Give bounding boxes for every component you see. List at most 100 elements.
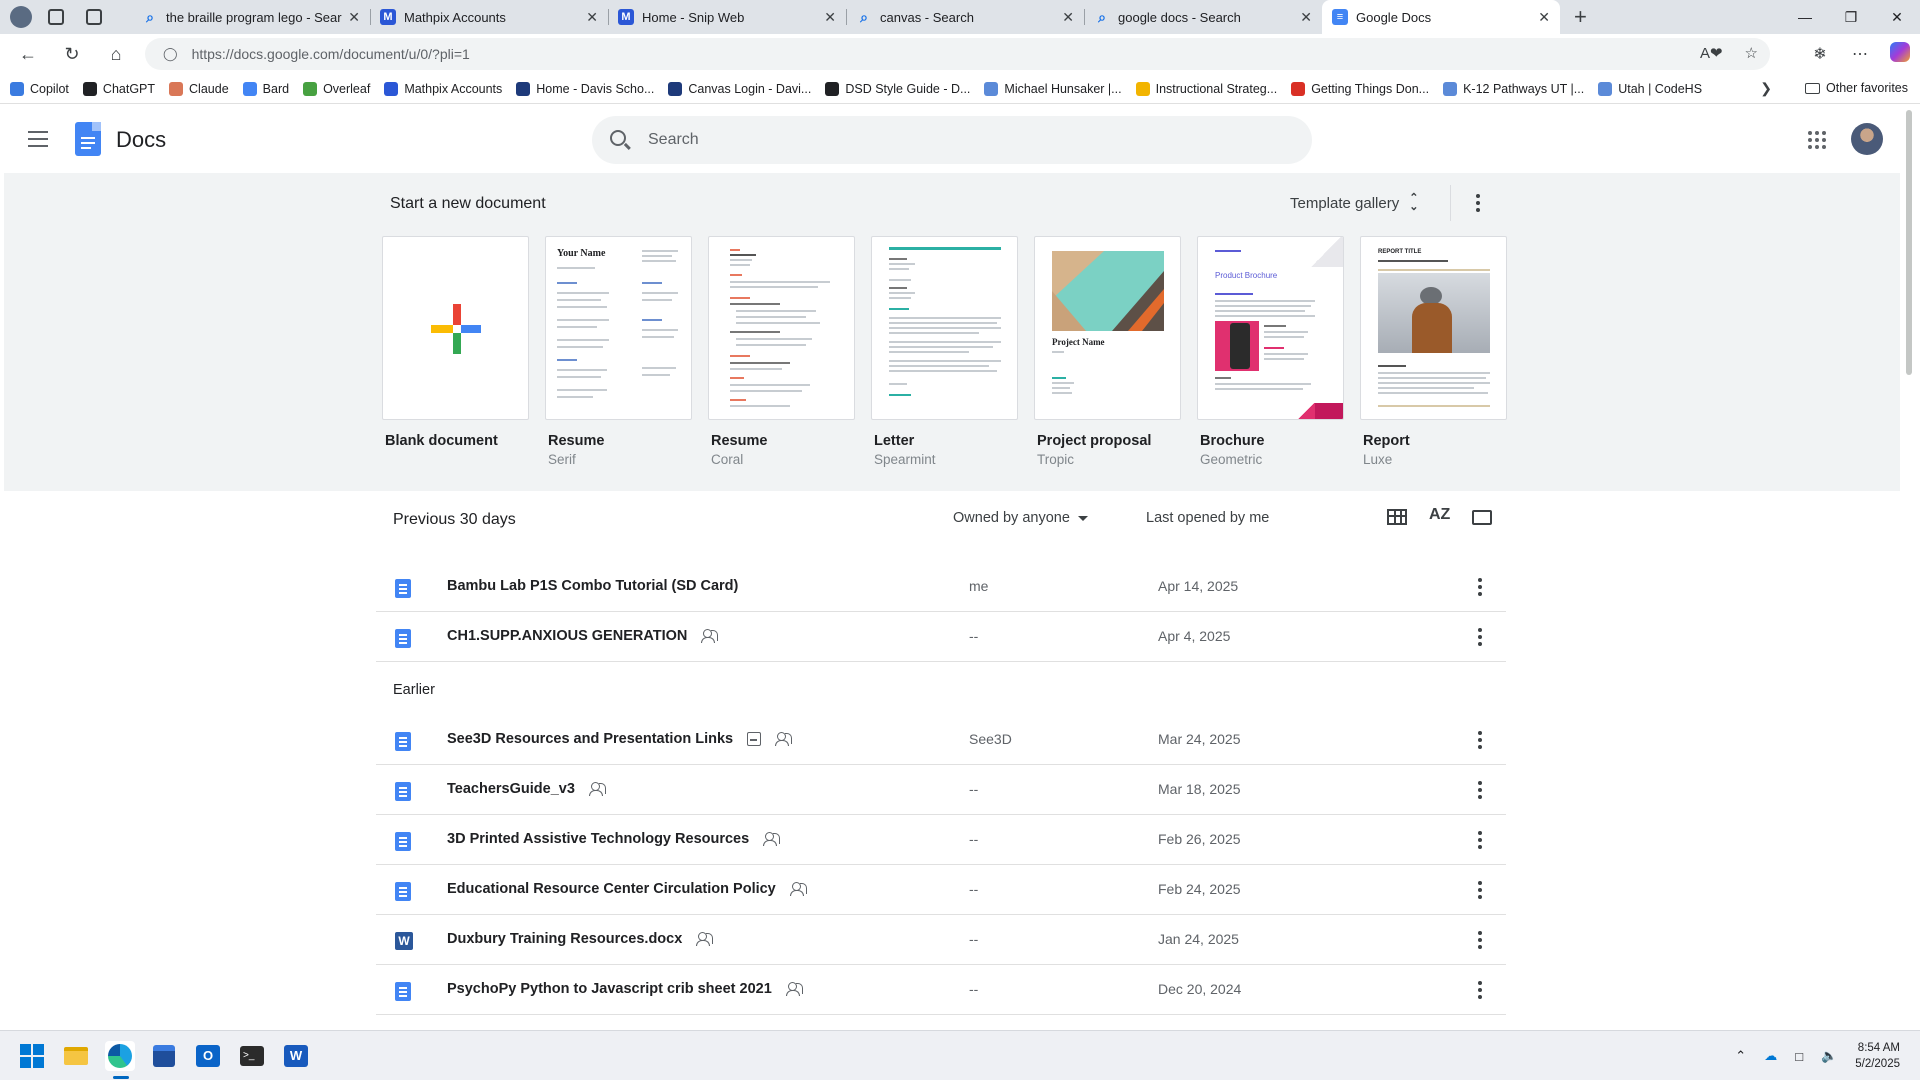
edge-browser-icon[interactable] — [105, 1041, 135, 1071]
close-icon[interactable]: ✕ — [1062, 9, 1074, 26]
chevron-right-icon[interactable]: ❯ — [1760, 80, 1772, 97]
vertical-tabs-icon[interactable] — [86, 9, 102, 25]
doc-row[interactable]: Educational Resource Center Circulation … — [376, 865, 1506, 915]
bookmark-item[interactable]: K-12 Pathways UT |... — [1443, 81, 1584, 96]
bookmark-item[interactable]: Bard — [242, 81, 289, 96]
store-icon[interactable] — [149, 1041, 179, 1071]
doc-title[interactable]: Duxbury Training Resources.docx — [447, 931, 714, 947]
doc-row[interactable]: W Duxbury Training Resources.docx -- Jan 24… — [376, 915, 1506, 965]
volume-icon[interactable]: 🔈 — [1821, 1048, 1837, 1064]
doc-row[interactable]: See3D Resources and Presentation Links Se… — [376, 715, 1506, 765]
bookmark-item[interactable]: Utah | CodeHS — [1598, 81, 1702, 96]
browser-tab[interactable]: ⌕ canvas - Search ✕ — [846, 0, 1084, 34]
browser-tab[interactable]: M Mathpix Accounts ✕ — [370, 0, 608, 34]
more-options-icon[interactable] — [1474, 929, 1486, 951]
doc-row[interactable]: PsychoPy Python to Javascript crib sheet… — [376, 965, 1506, 1015]
app-name[interactable]: Docs — [116, 127, 166, 153]
lock-icon[interactable]: ◯ — [163, 46, 178, 62]
search-icon[interactable] — [610, 130, 626, 146]
bookmark-item[interactable]: DSD Style Guide - D... — [825, 81, 970, 96]
template-thumbnail[interactable] — [871, 236, 1018, 420]
restore-icon[interactable]: ❐ — [1828, 0, 1874, 34]
other-favorites-button[interactable]: Other favorites — [1805, 81, 1908, 95]
template-resume-coral[interactable]: Resume Coral — [708, 236, 855, 467]
template-blank[interactable]: Blank document — [382, 236, 529, 449]
doc-title[interactable]: Bambu Lab P1S Combo Tutorial (SD Card) — [447, 578, 738, 594]
bookmark-item[interactable]: ChatGPT — [82, 81, 155, 96]
browser-tab[interactable]: ⌕ google docs - Search ✕ — [1084, 0, 1322, 34]
close-window-icon[interactable]: ✕ — [1874, 0, 1920, 34]
doc-title[interactable]: Educational Resource Center Circulation … — [447, 881, 808, 897]
browser-tab[interactable]: ⌕ the braille program lego - Search ✕ — [132, 0, 370, 34]
onedrive-icon[interactable]: ☁ — [1764, 1048, 1777, 1064]
google-apps-icon[interactable] — [1808, 131, 1826, 149]
template-letter-spearmint[interactable]: Letter Spearmint — [871, 236, 1018, 467]
more-options-icon[interactable] — [1474, 729, 1486, 751]
account-avatar[interactable] — [1851, 123, 1883, 155]
doc-row[interactable]: CH1.SUPP.ANXIOUS GENERATION -- Apr 4, 2025 — [376, 612, 1506, 662]
bookmark-item[interactable]: Claude — [169, 81, 229, 96]
grid-view-icon[interactable] — [1387, 509, 1407, 525]
read-aloud-icon[interactable]: A❤ — [1700, 44, 1723, 62]
browser-tab[interactable]: M Home - Snip Web ✕ — [608, 0, 846, 34]
clock[interactable]: 8:54 AM 5/2/2025 — [1855, 1040, 1900, 1072]
doc-row[interactable]: TeachersGuide_v3 -- Mar 18, 2025 — [376, 765, 1506, 815]
bookmark-item[interactable]: Mathpix Accounts — [384, 81, 502, 96]
template-report-luxe[interactable]: REPORT TITLE Report Luxe — [1360, 236, 1507, 467]
more-options-icon[interactable] — [1474, 779, 1486, 801]
template-thumbnail[interactable]: REPORT TITLE — [1360, 236, 1507, 420]
bookmark-item[interactable]: Getting Things Don... — [1291, 81, 1429, 96]
close-icon[interactable]: ✕ — [348, 9, 360, 26]
more-options-icon[interactable] — [1474, 879, 1486, 901]
sort-dropdown[interactable]: Last opened by me — [1146, 510, 1269, 526]
close-icon[interactable]: ✕ — [1300, 9, 1312, 26]
workspaces-icon[interactable] — [48, 9, 64, 25]
template-brochure-geometric[interactable]: Product Brochure Brochure Geometric — [1197, 236, 1344, 467]
search-input[interactable]: Search — [592, 116, 1312, 164]
template-thumbnail[interactable] — [382, 236, 529, 420]
new-tab-icon[interactable]: + — [1574, 4, 1587, 30]
open-file-picker-icon[interactable] — [1472, 510, 1492, 525]
start-button[interactable] — [17, 1041, 47, 1071]
bookmark-item[interactable]: Home - Davis Scho... — [516, 81, 654, 96]
owner-filter-dropdown[interactable]: Owned by anyone — [953, 510, 1088, 526]
profile-avatar[interactable] — [10, 6, 32, 28]
doc-row[interactable]: Bambu Lab P1S Combo Tutorial (SD Card) me… — [376, 562, 1506, 612]
sort-az-icon[interactable]: AZ — [1429, 506, 1450, 524]
template-thumbnail[interactable]: Product Brochure — [1197, 236, 1344, 420]
bookmark-item[interactable]: Overleaf — [303, 81, 370, 96]
doc-row[interactable]: 3D Printed Assistive Technology Resource… — [376, 815, 1506, 865]
refresh-icon[interactable]: ↻ — [50, 34, 94, 74]
main-menu-icon[interactable] — [28, 131, 48, 147]
bookmark-item[interactable]: Copilot — [10, 81, 69, 96]
template-gallery-button[interactable]: Template gallery ⌃ ⌄ — [1290, 191, 1418, 215]
close-icon[interactable]: ✕ — [824, 9, 836, 26]
close-icon[interactable]: ✕ — [586, 9, 598, 26]
more-options-icon[interactable]: ⋯ — [1840, 44, 1880, 64]
scrollbar-thumb[interactable] — [1906, 110, 1912, 375]
docs-logo-icon[interactable] — [75, 122, 101, 156]
close-icon[interactable]: ✕ — [1538, 9, 1550, 26]
show-hidden-icons-icon[interactable]: ⌃ — [1735, 1048, 1746, 1064]
home-icon[interactable]: ⌂ — [94, 34, 138, 74]
template-resume-serif[interactable]: Your Name Resume Serif — [545, 236, 692, 467]
template-thumbnail[interactable]: Your Name — [545, 236, 692, 420]
copilot-icon[interactable] — [1880, 41, 1920, 67]
doc-title[interactable]: See3D Resources and Presentation Links — [447, 731, 793, 747]
extensions-icon[interactable]: ❄ — [1800, 44, 1840, 64]
bookmark-item[interactable]: Instructional Strateg... — [1135, 81, 1277, 96]
word-icon[interactable]: W — [281, 1041, 311, 1071]
network-icon[interactable]: □ — [1795, 1049, 1803, 1064]
more-options-icon[interactable] — [1474, 829, 1486, 851]
favorite-star-icon[interactable]: ☆ — [1745, 44, 1758, 62]
url-text[interactable]: https://docs.google.com/document/u/0/?pl… — [192, 46, 470, 62]
template-thumbnail[interactable]: Project Name — [1034, 236, 1181, 420]
more-options-icon[interactable] — [1474, 576, 1486, 598]
file-explorer-icon[interactable] — [61, 1041, 91, 1071]
outlook-icon[interactable]: O — [193, 1041, 223, 1071]
terminal-icon[interactable]: >_ — [237, 1041, 267, 1071]
back-icon[interactable]: ← — [6, 34, 50, 74]
bookmark-item[interactable]: Canvas Login - Davi... — [668, 81, 811, 96]
minimize-icon[interactable]: — — [1782, 0, 1828, 34]
address-bar[interactable]: ◯ https://docs.google.com/document/u/0/?… — [145, 38, 1770, 70]
